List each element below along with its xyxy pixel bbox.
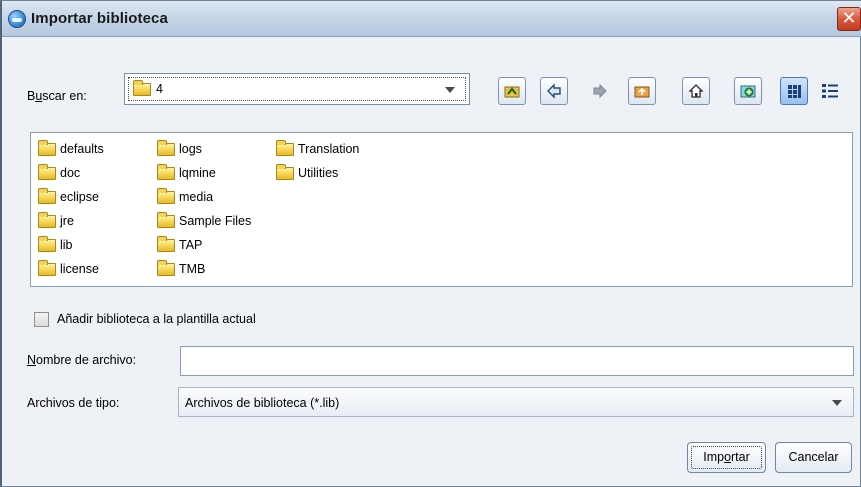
folder-icon: [157, 139, 175, 156]
details-view-icon: [822, 84, 838, 98]
list-item[interactable]: license: [38, 259, 99, 279]
home-icon: [688, 84, 704, 98]
folder-icon: [276, 163, 294, 180]
back-button[interactable]: [540, 77, 568, 105]
cancel-button[interactable]: Cancelar: [775, 442, 852, 473]
forward-arrow-icon: [593, 83, 607, 99]
look-in-focus-ring: [128, 77, 466, 101]
close-icon: ✕: [841, 8, 857, 28]
close-button[interactable]: ✕: [837, 7, 861, 31]
add-to-template-label[interactable]: Añadir biblioteca a la plantilla actual: [57, 312, 256, 326]
folder-icon: [133, 80, 151, 96]
details-view-button[interactable]: [817, 77, 847, 105]
import-library-dialog: Importar biblioteca ✕ Buscar en: 4 defau…: [0, 0, 861, 487]
folder-icon: [157, 163, 175, 180]
file-name: TMB: [179, 262, 206, 276]
up-folder-icon: [504, 86, 520, 98]
forward-button[interactable]: [588, 77, 612, 105]
folder-icon: [38, 235, 56, 252]
file-name-label-rest: ombre de archivo:: [36, 353, 137, 367]
list-item[interactable]: TAP: [157, 235, 202, 255]
list-item[interactable]: Translation: [276, 139, 359, 159]
list-item[interactable]: logs: [157, 139, 202, 159]
back-arrow-icon: [547, 83, 561, 99]
list-item[interactable]: jre: [38, 211, 74, 231]
folder-icon: [38, 259, 56, 276]
folder-icon: [157, 187, 175, 204]
recent-folder-icon: [634, 86, 650, 98]
folder-icon: [38, 139, 56, 156]
app-globe-icon: [8, 10, 26, 28]
look-in-label: Buscar en:: [27, 89, 87, 103]
folder-icon: [38, 187, 56, 204]
file-name-label-mnemonic: N: [27, 353, 37, 367]
file-name: lqmine: [179, 166, 216, 180]
look-in-value: 4: [156, 82, 163, 96]
file-name: defaults: [60, 142, 104, 156]
file-name: doc: [60, 166, 81, 180]
look-in-dropdown[interactable]: 4: [124, 73, 470, 105]
list-item[interactable]: eclipse: [38, 187, 99, 207]
list-view-icon: [788, 85, 801, 98]
up-folder-button[interactable]: [498, 77, 526, 105]
file-name: logs: [179, 142, 202, 156]
list-item[interactable]: TMB: [157, 259, 205, 279]
list-item[interactable]: media: [157, 187, 213, 207]
folder-icon: [157, 211, 175, 228]
title-bar[interactable]: Importar biblioteca ✕: [2, 1, 861, 37]
folder-icon: [157, 235, 175, 252]
folder-icon: [38, 211, 56, 228]
list-item[interactable]: lqmine: [157, 163, 216, 183]
list-item[interactable]: lib: [38, 235, 73, 255]
chevron-down-icon[interactable]: [445, 87, 455, 93]
file-list[interactable]: defaults doc eclipse jre lib license log…: [30, 132, 853, 287]
file-type-select[interactable]: Archivos de biblioteca (*.lib): [178, 387, 854, 417]
file-name-label: Nombre de archivo:: [27, 353, 136, 367]
import-button[interactable]: Importar: [687, 442, 766, 473]
file-type-label: Archivos de tipo:: [27, 396, 120, 410]
list-view-button[interactable]: [780, 77, 808, 105]
new-folder-button[interactable]: [734, 77, 762, 105]
file-name: media: [179, 190, 214, 204]
recent-folder-button[interactable]: [628, 77, 656, 105]
file-type-value: Archivos de biblioteca (*.lib): [185, 396, 340, 410]
file-name-input[interactable]: [180, 346, 854, 376]
folder-icon: [276, 139, 294, 156]
import-focus-ring: [691, 446, 762, 469]
folder-icon: [38, 163, 56, 180]
file-name: TAP: [179, 238, 203, 252]
list-item[interactable]: Sample Files: [157, 211, 251, 231]
file-name: lib: [60, 238, 73, 252]
file-name: Sample Files: [179, 214, 252, 228]
file-name: jre: [60, 214, 74, 228]
new-folder-icon: [740, 85, 756, 98]
list-item[interactable]: defaults: [38, 139, 104, 159]
file-name: Translation: [298, 142, 360, 156]
look-in-label-rest: scar en:: [42, 89, 87, 103]
list-item[interactable]: doc: [38, 163, 80, 183]
folder-icon: [157, 259, 175, 276]
list-item[interactable]: Utilities: [276, 163, 338, 183]
add-to-template-checkbox[interactable]: [34, 312, 49, 327]
window-title: Importar biblioteca: [31, 10, 168, 27]
file-name: license: [60, 262, 99, 276]
chevron-down-icon[interactable]: [832, 400, 842, 406]
file-name: Utilities: [298, 166, 339, 180]
home-button[interactable]: [682, 77, 710, 105]
file-name: eclipse: [60, 190, 99, 204]
